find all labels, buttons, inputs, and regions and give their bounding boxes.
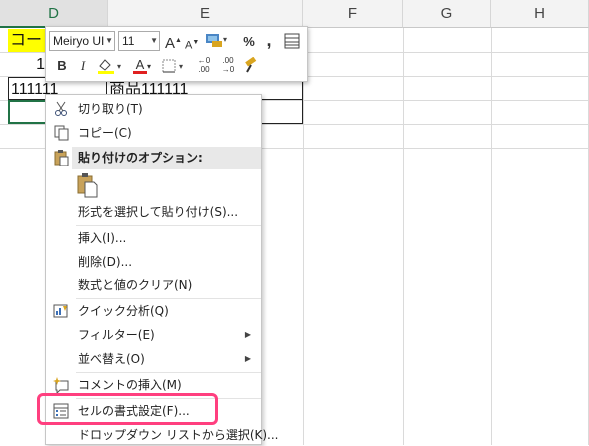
menu-item-paste-special[interactable]: 形式を選択して貼り付け(S)... (46, 201, 261, 223)
menu-item-insert[interactable]: 挿入(I)... (46, 227, 261, 249)
menu-item-label: クイック分析(Q) (78, 304, 169, 318)
grow-font-button[interactable]: A▲ (165, 33, 182, 52)
chevron-down-icon: ▼ (105, 36, 113, 45)
menu-item-label: フィルター(E) (78, 328, 155, 342)
svg-text:▾: ▾ (117, 62, 121, 71)
column-header-d[interactable]: D (0, 0, 108, 28)
font-color-button[interactable]: A ▾ (128, 57, 156, 75)
increase-decimal-button[interactable]: ←0.00 (194, 56, 214, 74)
comma-button[interactable]: , (263, 31, 275, 49)
menu-item-label: 削除(D)... (78, 255, 133, 269)
svg-text:▾: ▾ (223, 35, 227, 44)
menu-item-clear-contents[interactable]: 数式と値のクリア(N) (46, 274, 261, 296)
menu-item-label: 形式を選択して貼り付け(S)... (78, 205, 239, 219)
quick-analysis-icon (53, 304, 68, 318)
fill-bucket-icon: ▾ (98, 59, 121, 74)
font-name-value: Meiryo UI (53, 34, 105, 48)
menu-item-label: コピー(C) (78, 126, 132, 140)
font-size-value: 11 (122, 34, 135, 48)
menu-item-copy[interactable]: コピー(C) (46, 122, 261, 144)
menu-item-sort[interactable]: 並べ替え(O) ▶ (46, 348, 261, 370)
svg-text:▾: ▾ (179, 62, 183, 71)
bold-button[interactable]: B (55, 58, 69, 74)
cell-d2[interactable]: 1 (8, 53, 45, 76)
decrease-decimal-icon: .00 →0 (221, 56, 235, 74)
menu-item-label: ドロップダウン リストから選択(K)... (78, 428, 279, 442)
column-header-h[interactable]: H (491, 0, 589, 28)
decrease-decimal-button[interactable]: .00 →0 (218, 56, 238, 74)
menu-item-label: 数式と値のクリア(N) (78, 278, 193, 292)
submenu-arrow-icon: ▶ (244, 354, 251, 363)
highlight-box (37, 393, 218, 425)
menu-item-quick-analysis[interactable]: クイック分析(Q) (46, 300, 261, 322)
menu-item-label: 貼り付けのオプション: (78, 151, 203, 165)
increase-decimal-icon: ←0.00 (197, 56, 211, 74)
menu-item-filter[interactable]: フィルター(E) ▶ (46, 324, 261, 346)
borders-icon: ▾ (162, 59, 183, 73)
font-color-icon: A (132, 58, 147, 74)
copy-icon (54, 125, 69, 141)
mini-toolbar: Meiryo UI ▼ 11 ▼ A▲ A▼ ▾ % , B I ▾ A ▾ ▾ … (45, 26, 308, 82)
format-painter-icon (245, 56, 257, 73)
grid-line (491, 28, 492, 445)
paste-icon (77, 173, 98, 198)
new-comment-icon (53, 377, 69, 393)
scissors-icon (55, 101, 67, 116)
borders-button[interactable]: ▾ (161, 57, 189, 79)
cell-e4[interactable] (262, 100, 303, 124)
menu-section-paste-options: 貼り付けのオプション: (46, 147, 261, 169)
percent-button[interactable]: % (242, 34, 256, 50)
column-header-f[interactable]: F (303, 0, 403, 28)
menu-separator (76, 225, 261, 226)
grid-line (403, 28, 404, 445)
shrink-font-button[interactable]: A▼ (185, 35, 199, 54)
clipboard-icon (54, 150, 69, 166)
grid-line (303, 28, 304, 445)
fill-color-button[interactable]: ▾ (96, 57, 124, 79)
column-header-e[interactable]: E (108, 0, 303, 28)
chevron-down-icon: ▼ (150, 36, 158, 45)
format-table-button[interactable] (284, 33, 300, 53)
menu-item-label: 挿入(I)... (78, 231, 127, 245)
submenu-arrow-icon: ▶ (244, 330, 251, 339)
format-painter-button[interactable] (243, 56, 261, 79)
menu-item-delete[interactable]: 削除(D)... (46, 251, 261, 273)
font-size-box[interactable]: 11 ▼ (118, 31, 160, 51)
cell-d1[interactable]: コード (8, 29, 50, 52)
menu-item-pick-from-list[interactable]: ドロップダウン リストから選択(K)... (46, 424, 279, 446)
column-header-g[interactable]: G (403, 0, 491, 28)
italic-button[interactable]: I (76, 58, 90, 74)
menu-separator (76, 298, 261, 299)
menu-item-label: 切り取り(T) (78, 102, 143, 116)
number-format-button[interactable]: ▾ (205, 32, 227, 52)
font-name-box[interactable]: Meiryo UI ▼ (49, 31, 115, 51)
currency-format-icon: ▾ (206, 34, 227, 47)
menu-separator (76, 372, 261, 373)
menu-item-cut[interactable]: 切り取り(T) (46, 98, 261, 120)
paste-button[interactable] (76, 173, 100, 199)
menu-item-label: 並べ替え(O) (78, 352, 145, 366)
table-format-icon (284, 33, 300, 49)
grow-font-icon: A (165, 35, 176, 52)
